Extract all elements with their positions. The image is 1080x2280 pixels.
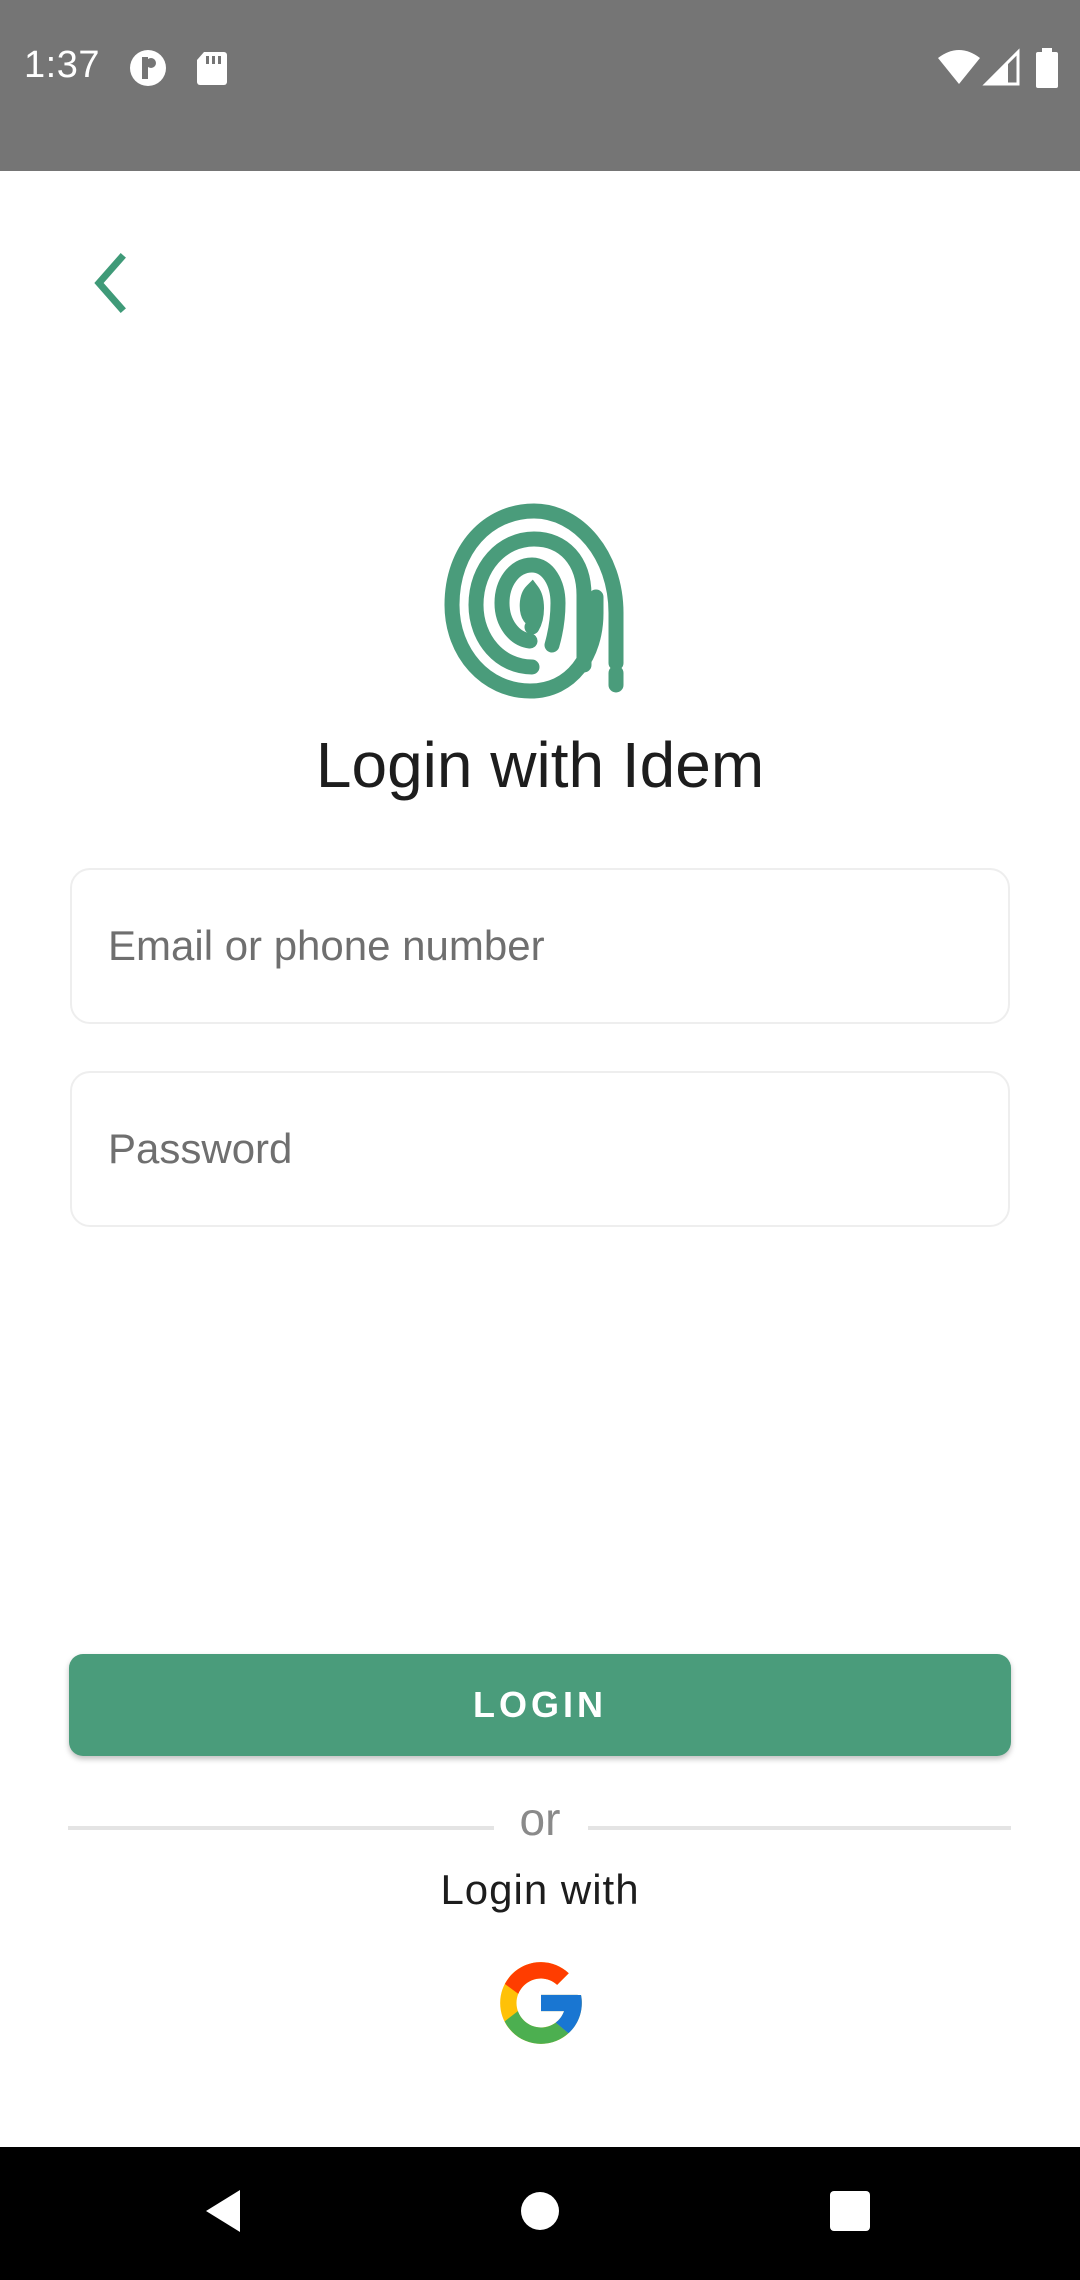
google-icon bbox=[492, 1962, 590, 2056]
wifi-icon bbox=[936, 48, 982, 88]
login-screen: 1:37 Login with Idem Email or phone numb… bbox=[0, 0, 1080, 2280]
page-title: Login with Idem bbox=[315, 729, 765, 801]
notification-icon bbox=[128, 48, 168, 88]
login-button[interactable]: LOGIN bbox=[69, 1654, 1011, 1756]
sd-card-icon bbox=[192, 48, 232, 88]
nav-recents-button[interactable] bbox=[815, 2178, 885, 2248]
password-input[interactable] bbox=[72, 1073, 1008, 1225]
nav-home-button[interactable] bbox=[505, 2178, 575, 2248]
chevron-left-icon bbox=[85, 248, 135, 323]
divider-right bbox=[588, 1826, 1011, 1830]
divider-or-text: or bbox=[519, 1793, 561, 1845]
email-field[interactable] bbox=[70, 868, 1010, 1024]
alt-login-label: Login with bbox=[440, 1866, 640, 1913]
nav-recents-icon bbox=[828, 2189, 872, 2238]
fingerprint-icon bbox=[430, 495, 650, 715]
nav-home-icon bbox=[518, 2189, 562, 2238]
battery-icon bbox=[1034, 48, 1060, 88]
google-login-button[interactable] bbox=[492, 1954, 590, 2052]
status-bar: 1:37 bbox=[0, 0, 1080, 171]
nav-back-icon bbox=[200, 2186, 250, 2241]
status-time: 1:37 bbox=[24, 44, 100, 86]
email-input[interactable] bbox=[72, 870, 1008, 1022]
signal-icon bbox=[982, 48, 1022, 88]
back-button[interactable] bbox=[70, 240, 150, 330]
password-field[interactable] bbox=[70, 1071, 1010, 1227]
nav-back-button[interactable] bbox=[190, 2178, 260, 2248]
